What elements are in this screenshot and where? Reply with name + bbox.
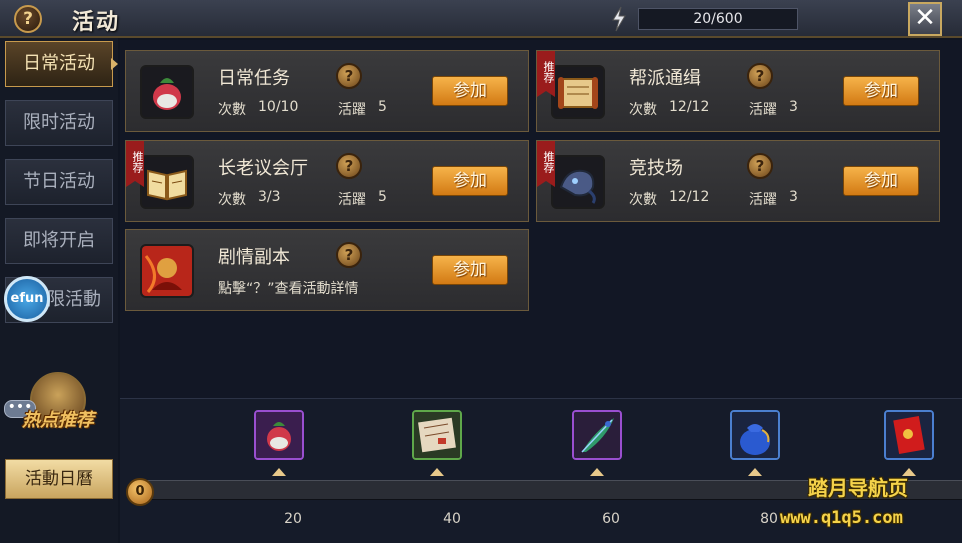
book-icon <box>140 155 194 209</box>
energy-counter: 20/600 <box>638 8 798 30</box>
join-button[interactable]: 参加 <box>432 76 508 106</box>
efun-float-button[interactable]: efun <box>4 276 50 322</box>
activity-card-story-dungeon: 剧情副本 ? 點擊“？”查看活動詳情 参加 <box>125 229 529 311</box>
activity-name: 帮派通缉 <box>629 68 701 89</box>
times-value: 12/12 <box>669 189 710 205</box>
activity-name: 剧情副本 <box>218 247 290 268</box>
join-button[interactable]: 参加 <box>432 255 508 285</box>
join-button[interactable]: 参加 <box>843 166 919 196</box>
activity-points-value: 3 <box>789 189 798 205</box>
milestone-label: 60 <box>602 511 620 527</box>
feather-reward-icon[interactable] <box>572 410 622 460</box>
milestone-label: 40 <box>443 511 461 527</box>
hot-recommend-label[interactable]: 热点推荐 <box>22 406 94 432</box>
red-envelope-reward-icon[interactable] <box>884 410 934 460</box>
times-label: 次數 <box>218 102 246 118</box>
tab-festival-activities[interactable]: 节日活动 <box>5 159 113 205</box>
recommended-ribbon: 推荐 <box>537 141 555 187</box>
scroll-icon <box>551 65 605 119</box>
times-label: 次數 <box>629 102 657 118</box>
activity-points-label: 活躍 <box>749 102 777 118</box>
activity-description: 點擊“？”查看活動詳情 <box>218 281 359 297</box>
tab-daily-activities[interactable]: 日常活动 <box>5 41 113 87</box>
activity-card-arena: 推荐 竞技场 ? 次數 12/12 活躍 3 参加 <box>536 140 940 222</box>
milestone-label: 20 <box>284 511 302 527</box>
activity-card-gang-wanted: 推荐 帮派通缉 ? 次數 12/12 活躍 3 参加 <box>536 50 940 132</box>
fruit-reward-icon[interactable] <box>254 410 304 460</box>
activity-points-value: 3 <box>789 99 798 115</box>
activity-points-value: 5 <box>378 189 387 205</box>
tab-limited-activities[interactable]: 限时活动 <box>5 100 113 146</box>
document-reward-icon[interactable] <box>412 410 462 460</box>
activity-name: 日常任务 <box>218 68 290 89</box>
tab-coming-soon[interactable]: 即将开启 <box>5 218 113 264</box>
milestone-marker-icon <box>430 468 444 476</box>
help-icon[interactable]: ? <box>747 153 773 179</box>
times-label: 次數 <box>218 192 246 208</box>
activity-card-elder-council: 推荐 长老议会厅 ? 次數 3/3 活躍 5 参加 <box>125 140 529 222</box>
help-icon[interactable]: ? <box>336 153 362 179</box>
fruit-icon <box>140 65 194 119</box>
times-value: 12/12 <box>669 99 710 115</box>
activity-calendar-button[interactable]: 活動日曆 <box>5 459 113 499</box>
progress-current-badge: 0 <box>126 478 154 506</box>
watermark-title: 踏月导航页 <box>808 476 908 500</box>
activity-points-value: 5 <box>378 99 387 115</box>
activity-points-label: 活躍 <box>338 102 366 118</box>
join-button[interactable]: 参加 <box>843 76 919 106</box>
activity-points-label: 活躍 <box>749 192 777 208</box>
times-value: 3/3 <box>258 189 281 205</box>
money-bag-reward-icon[interactable] <box>730 410 780 460</box>
milestone-marker-icon <box>590 468 604 476</box>
help-icon[interactable]: ? <box>14 5 42 33</box>
page-title: 活动 <box>72 10 121 35</box>
lightning-icon <box>610 6 628 32</box>
milestone-marker-icon <box>272 468 286 476</box>
recommended-ribbon: 推荐 <box>537 51 555 97</box>
activity-points-label: 活躍 <box>338 192 366 208</box>
recommended-ribbon: 推荐 <box>126 141 144 187</box>
close-button[interactable]: ✕ <box>908 2 942 36</box>
active-tab-arrow-icon <box>111 58 118 70</box>
times-value: 10/10 <box>258 99 299 115</box>
top-bar: ? 活动 20/600 ✕ <box>0 0 962 38</box>
help-icon[interactable]: ? <box>336 63 362 89</box>
activity-name: 竞技场 <box>629 158 683 179</box>
watermark-url: www.q1q5.com <box>780 508 903 528</box>
join-button[interactable]: 参加 <box>432 166 508 196</box>
times-label: 次數 <box>629 192 657 208</box>
beast-icon <box>551 155 605 209</box>
activity-card-daily-task: 日常任务 ? 次數 10/10 活躍 5 参加 <box>125 50 529 132</box>
warrior-icon <box>140 244 194 298</box>
milestone-marker-icon <box>748 468 762 476</box>
help-icon[interactable]: ? <box>747 63 773 89</box>
help-icon[interactable]: ? <box>336 242 362 268</box>
activity-name: 长老议会厅 <box>218 158 308 179</box>
